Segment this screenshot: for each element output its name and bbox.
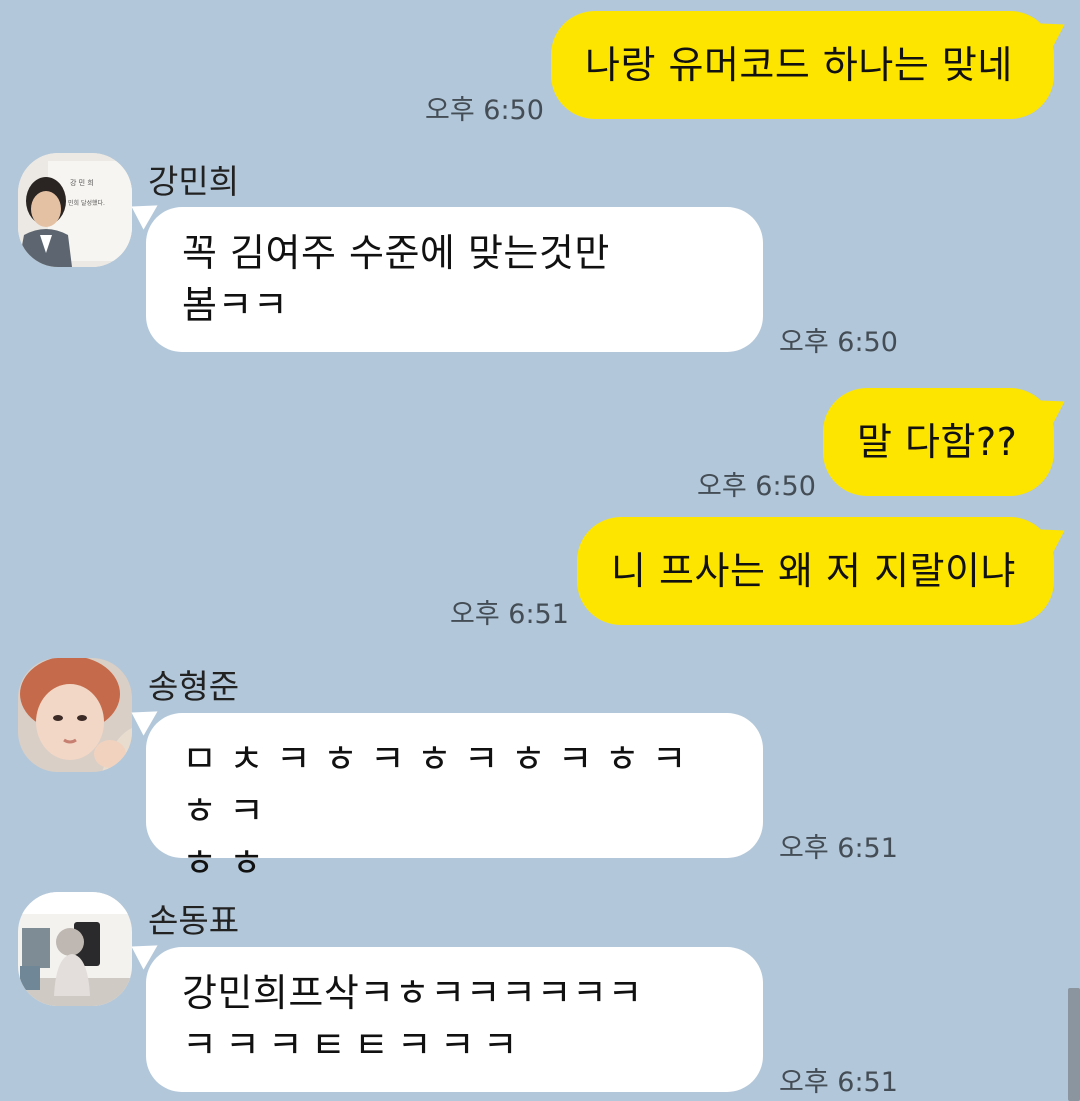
message-time: 오후 6:50 [697, 471, 816, 502]
message-text-line: 강민희프삭ㅋㅎㅋㅋㅋㅋㅋㅋ [182, 971, 643, 1015]
message-time: 오후 6:50 [779, 327, 898, 358]
message-text-line: ㅎㅎ [182, 841, 276, 885]
message-text-line: ㅁㅊㅋㅎㅋㅎㅋㅎㅋㅎㅋㅎㅋ [182, 737, 699, 833]
message-time: 오후 6:50 [425, 95, 544, 126]
avatar-caption: 강 민 희 [70, 178, 94, 187]
message-text: 니 프사는 왜 저 지랄이냐 [611, 549, 1016, 593]
avatar[interactable]: 강 민 희 민희 달성했다. [18, 153, 132, 267]
avatar[interactable] [18, 658, 132, 772]
message-time: 오후 6:51 [450, 599, 569, 630]
message-text-line: 꼭 김여주 수준에 맞는것만 [182, 231, 610, 275]
message-text: 말 다함?? [857, 420, 1018, 464]
scrollbar[interactable] [1068, 988, 1080, 1101]
their-message-bubble[interactable]: 꼭 김여주 수준에 맞는것만 봄ㅋㅋ [146, 207, 763, 352]
message-text: 나랑 유머코드 하나는 맞네 [585, 43, 1013, 87]
profile-photo-icon: 강 민 희 민희 달성했다. [18, 153, 132, 267]
my-message-bubble[interactable]: 니 프사는 왜 저 지랄이냐 [577, 517, 1054, 625]
their-message-bubble[interactable]: ㅁㅊㅋㅎㅋㅎㅋㅎㅋㅎㅋㅎㅋ ㅎㅎ [146, 713, 763, 885]
their-message-bubble[interactable]: 강민희프삭ㅋㅎㅋㅋㅋㅋㅋㅋ ㅋㅋㅋㅌㅌㅋㅋㅋ [146, 947, 763, 1092]
my-message-bubble[interactable]: 나랑 유머코드 하나는 맞네 [551, 11, 1054, 119]
avatar[interactable] [18, 892, 132, 1006]
my-message-bubble[interactable]: 말 다함?? [823, 388, 1054, 496]
message-time: 오후 6:51 [779, 1067, 898, 1098]
sender-name: 강민희 [148, 162, 240, 201]
profile-photo-icon [18, 892, 132, 1006]
message-text-line: 봄ㅋㅋ [182, 283, 289, 327]
sender-name: 송형준 [148, 667, 240, 706]
sender-name: 손동표 [148, 901, 240, 940]
message-text-line: ㅋㅋㅋㅌㅌㅋㅋㅋ [182, 1023, 526, 1067]
profile-photo-icon [18, 658, 132, 772]
message-time: 오후 6:51 [779, 833, 898, 864]
avatar-caption: 민희 달성했다. [68, 199, 105, 207]
